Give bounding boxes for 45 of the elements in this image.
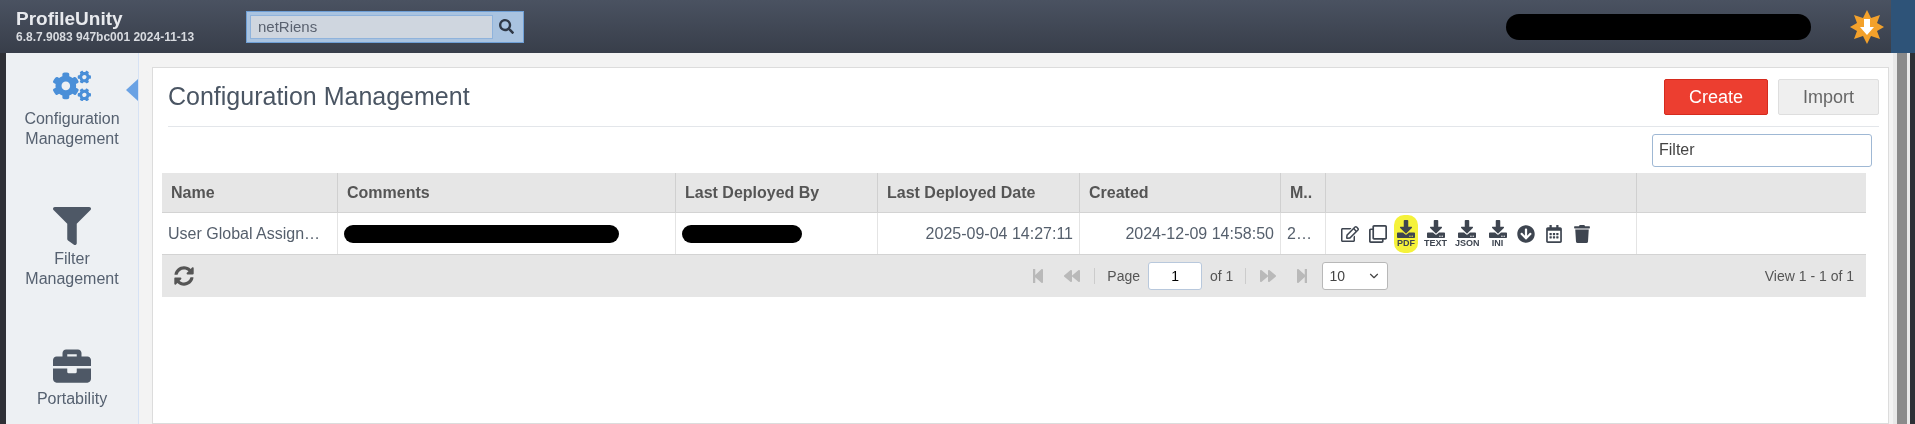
search-icon[interactable]: [499, 19, 514, 34]
column-header[interactable]: Created: [1080, 173, 1281, 212]
sidebar-item[interactable]: Portability: [6, 347, 138, 409]
download-icon: [1488, 219, 1507, 238]
page-label: Page: [1107, 266, 1141, 286]
download-button[interactable]: INI: [1485, 214, 1510, 253]
filter-icon: [53, 207, 91, 245]
refresh-icon[interactable]: [174, 266, 194, 286]
page-field[interactable]: 1: [1148, 262, 1203, 290]
table-cell: 2024-12-09 14:58:50: [1080, 213, 1281, 254]
view-summary: View 1 - 1 of 1: [1764, 266, 1854, 286]
import-button[interactable]: Import: [1778, 79, 1879, 115]
circle-down-icon: [1516, 224, 1535, 243]
search-field[interactable]: netRiens: [246, 10, 524, 43]
filter-field[interactable]: Filter: [1652, 133, 1872, 167]
page-title: Configuration Management: [168, 81, 471, 113]
download-icon: [1397, 219, 1415, 238]
calendar-icon: [1544, 224, 1563, 243]
column-header[interactable]: Name: [162, 173, 338, 212]
update-icon[interactable]: [1849, 8, 1885, 45]
download-button[interactable]: JSON: [1453, 214, 1482, 253]
table-cell: 2…: [1281, 213, 1326, 254]
download-icon: [1458, 219, 1477, 238]
version-text: 6.8.7.9083 947bc001 2024-11-13: [16, 30, 196, 45]
edit-icon: [1341, 224, 1359, 243]
column-header[interactable]: Last Deployed Date: [878, 173, 1080, 212]
page-size-select[interactable]: 10: [1322, 262, 1389, 290]
create-button[interactable]: Create: [1663, 79, 1768, 115]
download-icon: [1426, 219, 1445, 238]
trash-icon: [1572, 224, 1591, 243]
sidebar-item[interactable]: Filter Management: [6, 207, 138, 289]
copy-icon: [1369, 224, 1387, 243]
briefcase-icon: [53, 347, 91, 385]
app-title: ProfileUnity: [16, 8, 124, 30]
column-header[interactable]: M..: [1281, 173, 1326, 212]
table-cell: User Global Assign…: [162, 213, 338, 254]
selection-pointer: [126, 79, 138, 101]
column-header[interactable]: Last Deployed By: [676, 173, 878, 212]
page-count: of 1: [1210, 266, 1234, 286]
download-button[interactable]: PDF: [1394, 214, 1418, 253]
download-button[interactable]: TEXT: [1422, 214, 1449, 253]
column-header[interactable]: Comments: [338, 173, 676, 212]
sidebar-item[interactable]: Configuration Management: [6, 67, 138, 149]
panel-edge: [1891, 0, 1915, 53]
table-cell: 2025-09-04 14:27:11: [878, 213, 1080, 254]
